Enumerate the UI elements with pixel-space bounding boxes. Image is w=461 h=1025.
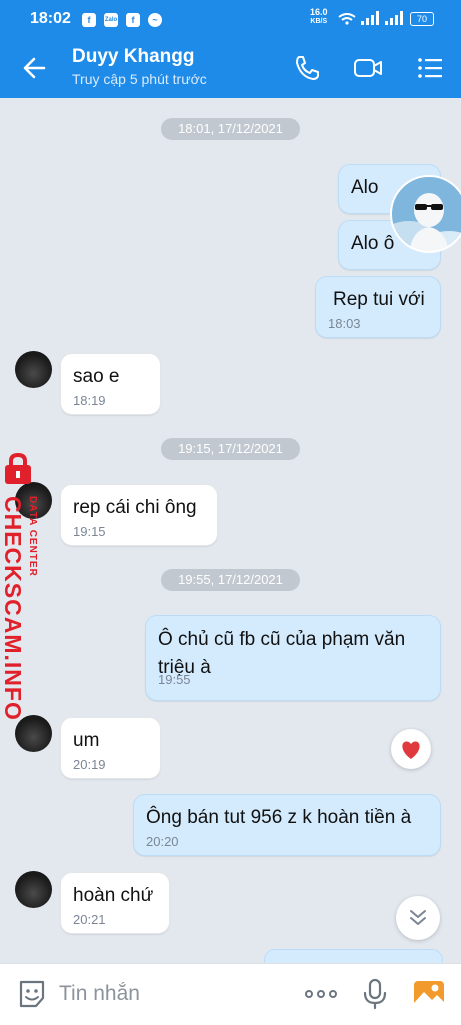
message-composer — [0, 963, 461, 1025]
message-bubble-received[interactable]: sao e 18:19 — [60, 353, 161, 415]
message-text: sao e — [73, 366, 120, 387]
message-time: 19:15 — [73, 524, 106, 539]
sticker-emoji-icon[interactable] — [15, 977, 49, 1011]
more-options-icon[interactable] — [304, 977, 338, 1011]
phone-call-icon[interactable] — [291, 52, 323, 84]
menu-list-icon[interactable] — [414, 52, 446, 84]
lock-icon — [5, 452, 31, 484]
battery-icon: 70 — [410, 12, 434, 26]
message-bubble-received[interactable]: um 20:19 — [60, 717, 161, 779]
message-text: Rep tui với — [333, 289, 425, 310]
network-speed-unit: KB/S — [310, 18, 328, 25]
zalo-notification-icon: Zalo — [104, 13, 118, 27]
message-time: 20:20 — [146, 834, 179, 849]
network-speed: 16.0 KB/S — [310, 8, 328, 26]
heart-reaction-button[interactable] — [391, 729, 431, 769]
message-text: Ông bán tut 956 z k hoàn tiền à — [146, 807, 412, 828]
message-time: 20:19 — [73, 757, 106, 772]
heart-icon — [402, 741, 420, 759]
watermark-subtext: DATA CENTER — [27, 496, 38, 577]
message-time: 18:03 — [328, 316, 361, 331]
message-bubble-received[interactable]: hoàn chứ 20:21 — [60, 872, 170, 934]
wifi-icon — [338, 13, 356, 25]
message-bubble-received[interactable]: rep cái chi ông 19:15 — [60, 484, 218, 546]
facebook-notification-icon: f — [82, 13, 96, 27]
image-gallery-icon[interactable] — [412, 977, 446, 1011]
message-text: Ô chủ cũ fb cũ của phạm văn triệu à — [158, 629, 406, 678]
chat-head-avatar[interactable] — [389, 175, 461, 253]
facebook-notification-icon-2: f — [126, 13, 140, 27]
message-time: 18:19 — [73, 393, 106, 408]
messenger-notification-icon: ~ — [148, 13, 162, 27]
microphone-icon[interactable] — [358, 977, 392, 1011]
network-speed-value: 16.0 — [310, 7, 328, 17]
message-bubble-sent[interactable]: Rep tui với 18:03 — [315, 276, 441, 338]
status-time: 18:02 — [30, 10, 71, 27]
message-bubble-sent[interactable]: Ông bán tut 956 z k hoàn tiền à 20:20 — [133, 794, 441, 856]
message-bubble-sent[interactable]: Ô chủ cũ fb cũ của phạm văn triệu à 19:5… — [145, 615, 441, 701]
video-call-icon[interactable] — [352, 52, 384, 84]
message-text: Alo — [351, 177, 379, 198]
watermark-logo: CHECKSCAM.INFO DATA CENTER — [0, 452, 56, 721]
date-separator: 19:15, 17/12/2021 — [161, 438, 300, 460]
date-separator: 19:55, 17/12/2021 — [161, 569, 300, 591]
message-text: Alo ô — [351, 233, 395, 254]
signal-icon — [361, 11, 379, 25]
message-input[interactable] — [59, 980, 279, 1008]
scroll-to-bottom-button[interactable] — [396, 896, 440, 940]
watermark-text: CHECKSCAM.INFO — [0, 496, 26, 721]
back-arrow-icon[interactable] — [18, 50, 54, 86]
contact-avatar[interactable] — [15, 351, 52, 388]
message-time: 20:21 — [73, 912, 106, 927]
message-text: um — [73, 730, 100, 751]
double-chevron-down-icon — [410, 910, 426, 925]
date-separator: 18:01, 17/12/2021 — [161, 118, 300, 140]
signal-icon-2 — [385, 11, 403, 25]
message-text: hoàn chứ — [73, 885, 154, 906]
chat-header: Duyy Khangg Truy cập 5 phút trước — [0, 36, 461, 98]
message-time: 19:55 — [158, 672, 191, 687]
contact-name[interactable]: Duyy Khangg — [72, 46, 194, 68]
status-bar: 18:02 f Zalo f ~ 16.0 KB/S 70 — [0, 0, 461, 36]
contact-status: Truy cập 5 phút trước — [72, 71, 207, 87]
message-text: rep cái chi ông — [73, 497, 197, 518]
contact-avatar[interactable] — [15, 871, 52, 908]
